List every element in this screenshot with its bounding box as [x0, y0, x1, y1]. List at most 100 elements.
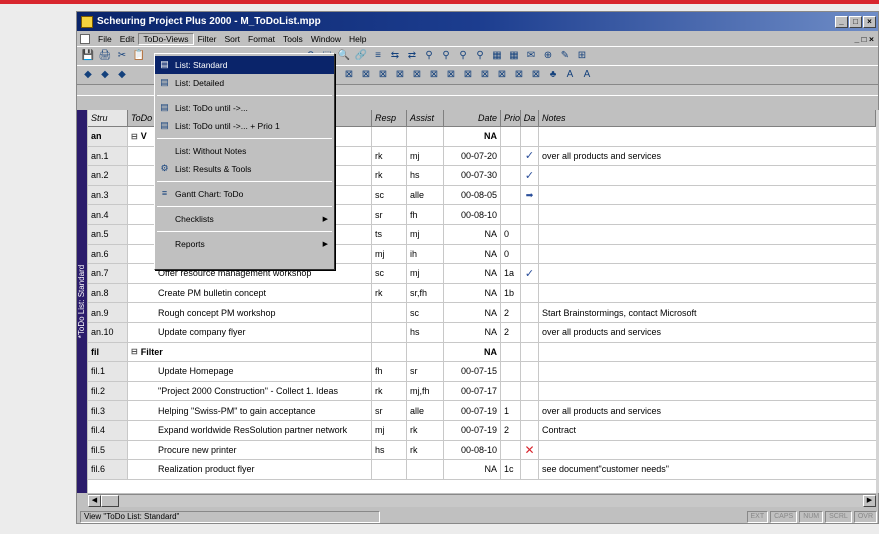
cell-resp[interactable] [372, 342, 407, 362]
tree-icon[interactable]: ♣ [546, 68, 560, 82]
cell-prio[interactable] [501, 146, 521, 166]
diamond-icon-3[interactable]: ◆ [115, 68, 129, 82]
table-row[interactable]: an.9 Rough concept PM workshop sc NA 2 Start … [88, 303, 876, 323]
menu-file[interactable]: File [94, 34, 116, 44]
cell-date[interactable]: 00-07-20 [444, 146, 501, 166]
menu-item[interactable]: Reports ▶ [155, 235, 334, 253]
menu-tools[interactable]: Tools [279, 34, 307, 44]
table-row[interactable]: fil.3 Helping "Swiss-PM" to gain acceptan… [88, 401, 876, 421]
cell-notes[interactable] [539, 441, 876, 460]
cell-notes[interactable] [539, 362, 876, 381]
cell-task[interactable]: ⊟ Filter [128, 342, 372, 362]
cell-assist[interactable]: rk [407, 440, 444, 460]
cell-prio[interactable]: 1b [501, 283, 521, 303]
filter-box-icon-7[interactable]: ⊠ [410, 68, 424, 82]
cell-notes[interactable]: see document"customer needs" [539, 460, 876, 479]
cell-id[interactable]: an.2 [88, 166, 128, 185]
filter-box-icon-8[interactable]: ⊠ [427, 68, 441, 82]
cell-id[interactable]: an.6 [88, 244, 128, 264]
menu-item[interactable]: ≡ Gantt Chart: ToDo [155, 185, 334, 203]
cell-date[interactable]: 00-07-30 [444, 166, 501, 185]
cell-da[interactable]: ✕ [521, 440, 539, 460]
cell-date[interactable]: 00-07-19 [444, 401, 501, 420]
save-icon[interactable]: 💾 [81, 49, 95, 63]
filter-box-icon-5[interactable]: ⊠ [376, 68, 390, 82]
cell-id[interactable]: fil.4 [88, 420, 128, 440]
cell-id[interactable]: an.7 [88, 264, 128, 283]
cell-assist[interactable]: sr [407, 362, 444, 381]
cell-prio[interactable] [501, 166, 521, 185]
cell-id[interactable]: an.8 [88, 283, 128, 303]
cell-resp[interactable]: ts [372, 224, 407, 244]
cell-id[interactable]: an.3 [88, 185, 128, 205]
cell-id[interactable]: an.5 [88, 224, 128, 244]
menu-item[interactable]: Checklists ▶ [155, 210, 334, 228]
close-button[interactable]: × [863, 15, 876, 28]
column-header-assist[interactable]: Assist [407, 110, 444, 126]
table-row[interactable]: fil.5 Procure new printer hs rk 00-08-10 ✕ [88, 440, 876, 461]
scroll-thumb[interactable] [101, 495, 119, 507]
horizontal-scrollbar[interactable]: ◀ ▶ [88, 494, 876, 507]
grid-icon-2[interactable]: ▦ [507, 49, 521, 63]
cell-assist[interactable] [407, 342, 444, 362]
cell-assist[interactable]: sc [407, 303, 444, 322]
cell-id[interactable]: an.9 [88, 303, 128, 322]
cell-notes[interactable] [539, 382, 876, 401]
cell-da[interactable] [521, 127, 539, 146]
cell-prio[interactable]: 2 [501, 303, 521, 322]
cell-id[interactable]: fil [88, 342, 128, 362]
cell-da[interactable] [521, 362, 539, 381]
table-row[interactable]: fil.6 Realization product flyer NA 1c see do… [88, 460, 876, 480]
cell-prio[interactable] [501, 381, 521, 401]
cell-da[interactable] [521, 420, 539, 440]
cell-date[interactable]: 00-08-05 [444, 185, 501, 205]
cell-da[interactable] [521, 224, 539, 244]
menu-edit[interactable]: Edit [116, 34, 139, 44]
filter-icon-3[interactable]: ⚲ [456, 49, 470, 63]
collapse-icon[interactable]: ⊟ [131, 347, 138, 356]
cell-assist[interactable]: hs [407, 322, 444, 342]
column-header-notes[interactable]: Notes [539, 110, 876, 126]
column-header-id[interactable]: Stru [88, 110, 128, 126]
cell-task[interactable]: Realization product flyer [128, 460, 372, 479]
menu-item[interactable]: List: Without Notes [155, 142, 334, 160]
cell-notes[interactable]: over all products and services [539, 147, 876, 166]
cell-date[interactable]: NA [444, 342, 501, 362]
cell-id[interactable]: fil.1 [88, 362, 128, 381]
filter-box-icon-12[interactable]: ⊠ [495, 68, 509, 82]
table-row[interactable]: an.10 Update company flyer hs NA 2 over all p… [88, 322, 876, 343]
cell-prio[interactable]: 0 [501, 224, 521, 244]
table-row[interactable]: fil.1 Update Homepage fh sr 00-07-15 [88, 362, 876, 382]
cell-notes[interactable]: Start Brainstormings, contact Microsoft [539, 303, 876, 322]
cell-assist[interactable]: alle [407, 401, 444, 420]
cell-date[interactable]: NA [444, 303, 501, 322]
filter-box-icon-13[interactable]: ⊠ [512, 68, 526, 82]
cell-assist[interactable]: mj [407, 264, 444, 283]
cell-task[interactable]: Procure new printer [128, 440, 372, 460]
cell-da[interactable] [521, 244, 539, 264]
edit-icon[interactable]: ✎ [558, 49, 572, 63]
cell-da[interactable]: ✓ [521, 264, 539, 283]
filter-icon-4[interactable]: ⚲ [473, 49, 487, 63]
table-row[interactable]: fil.4 Expand worldwide ResSolution partne… [88, 420, 876, 441]
cell-prio[interactable]: 2 [501, 420, 521, 440]
cell-notes[interactable] [539, 186, 876, 205]
filter-box-icon-9[interactable]: ⊠ [444, 68, 458, 82]
cell-da[interactable]: ✓ [521, 146, 539, 166]
cell-resp[interactable]: rk [372, 166, 407, 185]
table-row[interactable]: fil.2 "Project 2000 Construction" - Colle… [88, 381, 876, 402]
cell-da[interactable] [521, 401, 539, 420]
filter-box-icon-14[interactable]: ⊠ [529, 68, 543, 82]
column-header-resp[interactable]: Resp [372, 110, 407, 126]
scroll-left-button[interactable]: ◀ [88, 495, 101, 507]
cell-resp[interactable]: mj [372, 244, 407, 264]
cell-id[interactable]: an.4 [88, 205, 128, 224]
cell-assist[interactable] [407, 127, 444, 146]
cell-prio[interactable] [501, 342, 521, 362]
column-header-da[interactable]: Da [521, 110, 539, 126]
cell-da[interactable] [521, 342, 539, 362]
cell-task[interactable]: Helping "Swiss-PM" to gain acceptance [128, 401, 372, 420]
cell-prio[interactable]: 2 [501, 322, 521, 342]
cell-resp[interactable]: sc [372, 264, 407, 283]
cell-resp[interactable]: sr [372, 205, 407, 224]
